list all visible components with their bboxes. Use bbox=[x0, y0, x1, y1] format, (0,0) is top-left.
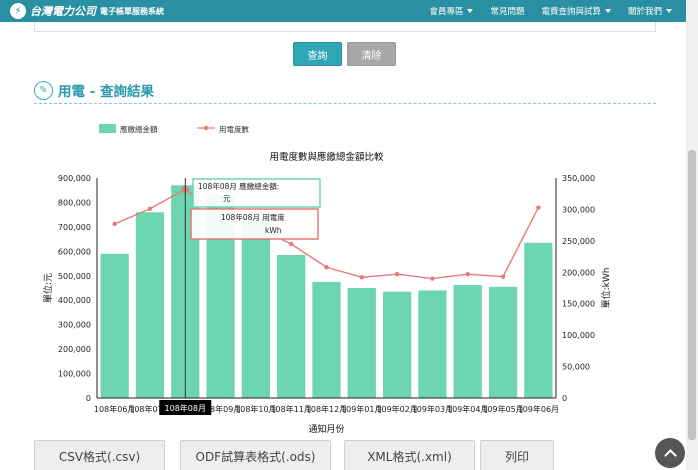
scrollbar[interactable] bbox=[686, 0, 698, 470]
tooltip-line-text: 108年08月 用電度 bbox=[221, 212, 285, 222]
y-tick-label: 700,000 bbox=[58, 223, 91, 232]
line-point bbox=[112, 221, 117, 227]
bar bbox=[488, 286, 518, 398]
x-axis-title: 通知月份 bbox=[308, 423, 344, 435]
line-point bbox=[430, 276, 435, 281]
tooltip-bar-unit: 元 bbox=[223, 194, 231, 203]
y2-axis-title: 單位:kWh bbox=[600, 268, 612, 309]
tooltip-line-unit: kWh bbox=[265, 226, 282, 235]
bar bbox=[418, 290, 447, 398]
y-tick-label: 300,000 bbox=[58, 321, 91, 330]
legend-bar-label: 應繳總金額 bbox=[120, 124, 158, 134]
back-to-top-button[interactable] bbox=[655, 438, 685, 468]
chevron-up-icon bbox=[663, 448, 677, 462]
bar bbox=[277, 255, 306, 398]
bar bbox=[347, 288, 376, 398]
print-button[interactable]: 列印 bbox=[480, 440, 554, 470]
y-tick-label: 900,000 bbox=[58, 174, 91, 183]
line-point bbox=[324, 265, 329, 270]
usage-chart: 用電度數與應繳總金額比較 應繳總金額 用電度數 0 100,000 200,000 300,… bbox=[42, 124, 612, 435]
bar bbox=[135, 212, 165, 398]
line-point bbox=[394, 271, 400, 277]
y-tick-label: 800,000 bbox=[58, 198, 91, 207]
line-point bbox=[288, 241, 294, 247]
chart-title: 用電度數與應繳總金額比較 bbox=[269, 151, 384, 163]
y2-tick-label: 100,000 bbox=[562, 331, 595, 340]
x-tick-label: 109年06月 bbox=[518, 404, 559, 414]
y-tick-label: 0 bbox=[86, 394, 91, 403]
bar bbox=[241, 217, 271, 398]
y-tick-label: 600,000 bbox=[58, 247, 91, 256]
tooltip-bar-text: 108年08月 應繳總金額: bbox=[198, 181, 279, 191]
y2-tick-label: 350,000 bbox=[562, 174, 595, 183]
y-tick-label: 400,000 bbox=[58, 296, 91, 305]
export-csv-button[interactable]: CSV格式(.csv) bbox=[34, 440, 165, 470]
y-tick-label: 100,000 bbox=[58, 370, 91, 379]
y-axis-title: 單位:元 bbox=[42, 273, 54, 303]
hover-category-label: 108年08月 bbox=[165, 403, 206, 413]
line-point bbox=[500, 274, 506, 279]
bar bbox=[100, 253, 129, 398]
y2-tick-label: 50,000 bbox=[562, 363, 590, 372]
y2-tick-label: 200,000 bbox=[562, 268, 595, 277]
bar bbox=[453, 285, 482, 398]
y2-tick-label: 150,000 bbox=[562, 300, 595, 309]
scrollbar-thumb[interactable] bbox=[688, 150, 696, 440]
y-tick-label: 500,000 bbox=[58, 272, 91, 281]
line-point bbox=[536, 205, 541, 210]
bar bbox=[312, 281, 341, 398]
line-point bbox=[147, 206, 153, 211]
export-xml-button[interactable]: XML格式(.xml) bbox=[344, 440, 475, 470]
legend-line-label: 用電度數 bbox=[219, 124, 249, 134]
y2-tick-label: 300,000 bbox=[562, 205, 595, 214]
y2-tick-label: 0 bbox=[562, 394, 567, 403]
bar bbox=[524, 242, 553, 398]
line-point bbox=[359, 275, 365, 280]
bar bbox=[382, 291, 412, 398]
export-ods-button[interactable]: ODF試算表格式(.ods) bbox=[180, 440, 331, 470]
line-point bbox=[465, 271, 470, 277]
y-tick-label: 200,000 bbox=[58, 345, 91, 354]
legend-line-marker bbox=[203, 125, 209, 131]
page: ⚡ 台灣電力公司 電子帳單服務系統 會員專區 常見問題 電費查詢與試算 關於我們… bbox=[0, 0, 698, 470]
y2-tick-label: 250,000 bbox=[562, 237, 595, 246]
legend-bar-swatch bbox=[99, 124, 116, 133]
